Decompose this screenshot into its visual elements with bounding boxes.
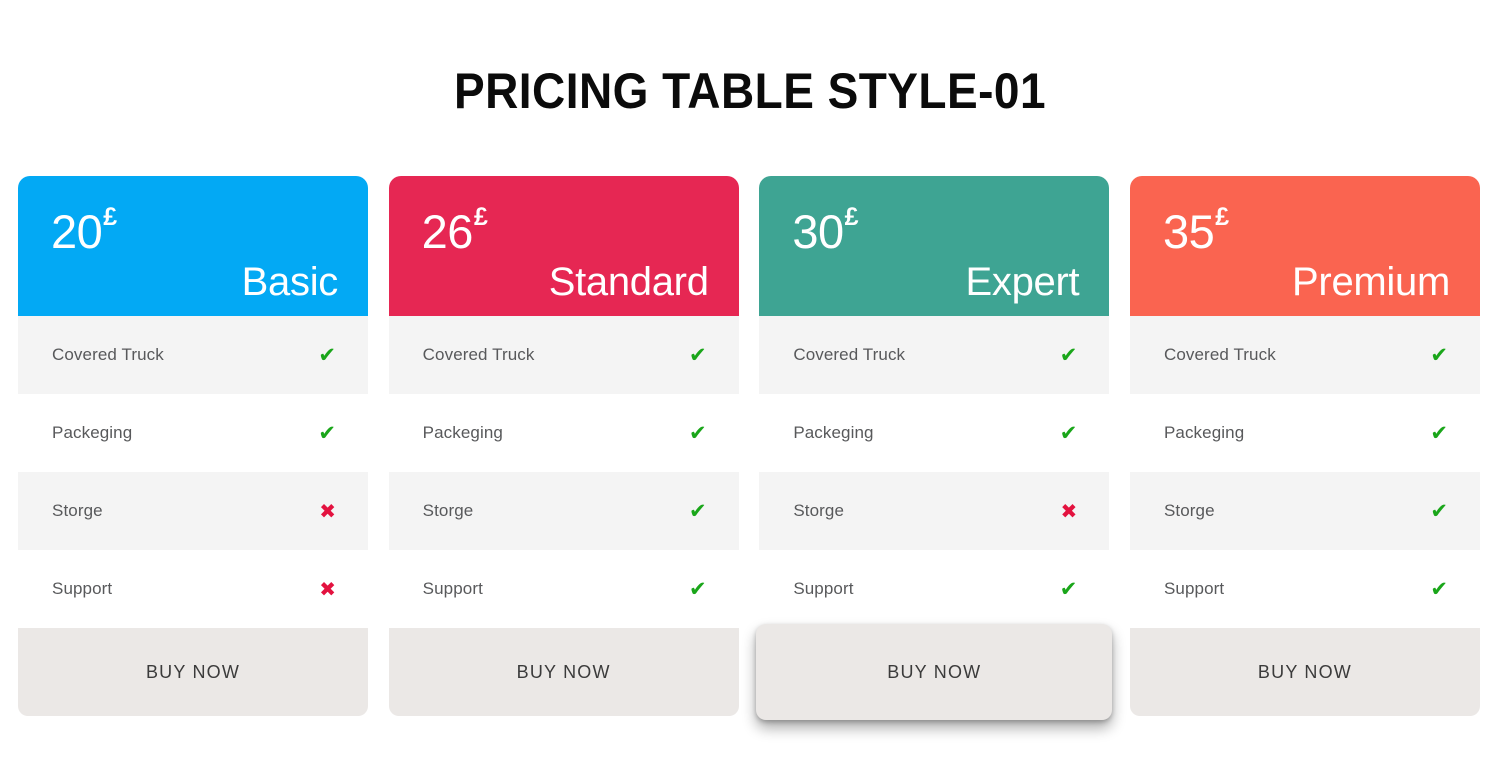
plan-name: Basic [241, 260, 339, 304]
feature-label: Storge [52, 501, 103, 520]
feature-row: Support ✔ [1129, 550, 1480, 628]
feature-label: Packeging [1163, 423, 1245, 442]
buy-now-label: BUY NOW [887, 661, 982, 682]
price-value: 30 [792, 205, 844, 258]
feature-row: Support ✖ [18, 550, 368, 628]
feature-row: Packeging ✔ [388, 394, 739, 472]
feature-row: Packeging ✔ [759, 394, 1110, 472]
check-icon: ✔ [689, 342, 707, 367]
cross-icon: ✖ [319, 499, 336, 523]
buy-now-label: BUY NOW [516, 661, 611, 682]
pricing-card-basic: 20£ Basic Covered Truck ✔ Packeging ✔ Storge ✖ S… [18, 176, 368, 716]
feature-label: Storge [422, 501, 474, 520]
currency-symbol: £ [473, 203, 488, 232]
check-icon: ✔ [1059, 420, 1078, 445]
feature-label: Packeging [422, 423, 503, 442]
price-value: 26 [421, 205, 474, 258]
feature-label: Covered Truck [422, 345, 535, 364]
price-value: 20 [51, 205, 103, 258]
feature-list: Covered Truck ✔ Packeging ✔ Storge ✔ Support ✔ [388, 316, 739, 628]
card-header: 20£ Basic [18, 176, 368, 316]
check-icon: ✔ [689, 576, 707, 601]
buy-now-label: BUY NOW [1257, 661, 1352, 682]
pricing-cards-row: 20£ Basic Covered Truck ✔ Packeging ✔ Storge ✖ S… [18, 176, 1480, 720]
feature-label: Support [52, 579, 113, 598]
feature-list: Covered Truck ✔ Packeging ✔ Storge ✖ Support ✖ [18, 316, 368, 628]
feature-row: Covered Truck ✔ [1129, 316, 1480, 394]
feature-label: Support [793, 579, 854, 598]
price-amount: 30£ [792, 205, 858, 258]
feature-row: Covered Truck ✔ [388, 316, 739, 394]
buy-now-button[interactable]: BUY NOW [756, 624, 1113, 720]
plan-name: Standard [548, 260, 709, 304]
feature-label: Covered Truck [793, 345, 906, 364]
price-amount: 26£ [421, 205, 488, 258]
pricing-card-standard: 26£ Standard Covered Truck ✔ Packeging ✔ Storg… [388, 176, 739, 716]
check-icon: ✔ [1430, 576, 1448, 601]
buy-now-label: BUY NOW [145, 661, 241, 682]
feature-list: Covered Truck ✔ Packeging ✔ Storge ✖ Support ✔ [759, 316, 1110, 628]
currency-symbol: £ [103, 203, 118, 232]
check-icon: ✔ [318, 342, 336, 367]
feature-row: Packeging ✔ [1129, 394, 1480, 472]
check-icon: ✔ [689, 498, 707, 523]
currency-symbol: £ [1215, 203, 1230, 232]
check-icon: ✔ [1430, 420, 1448, 445]
buy-now-button[interactable]: BUY NOW [18, 628, 368, 716]
currency-symbol: £ [844, 203, 859, 232]
feature-row: Packeging ✔ [18, 394, 368, 472]
feature-list: Covered Truck ✔ Packeging ✔ Storge ✔ Support ✔ [1129, 316, 1480, 628]
cross-icon: ✖ [319, 577, 336, 601]
buy-now-button[interactable]: BUY NOW [1129, 628, 1480, 716]
pricing-card-premium: 35£ Premium Covered Truck ✔ Packeging ✔ Storge… [1129, 176, 1480, 716]
plan-name: Premium [1292, 260, 1450, 304]
price-amount: 35£ [1162, 205, 1229, 258]
feature-row: Storge ✖ [18, 472, 368, 550]
pricing-card-expert: 30£ Expert Covered Truck ✔ Packeging ✔ Storge ✖… [756, 176, 1113, 720]
card-header: 30£ Expert [759, 176, 1110, 316]
price-value: 35 [1162, 205, 1215, 258]
feature-label: Support [1163, 579, 1225, 598]
buy-now-button[interactable]: BUY NOW [388, 628, 739, 716]
check-icon: ✔ [318, 420, 336, 445]
feature-label: Packeging [52, 423, 133, 442]
feature-row: Storge ✔ [388, 472, 739, 550]
check-icon: ✔ [689, 420, 707, 445]
feature-label: Covered Truck [1163, 345, 1276, 364]
check-icon: ✔ [1430, 342, 1448, 367]
feature-row: Covered Truck ✔ [759, 316, 1110, 394]
feature-row: Storge ✔ [1129, 472, 1480, 550]
feature-label: Packeging [793, 423, 874, 442]
feature-row: Support ✔ [388, 550, 739, 628]
feature-label: Storge [1163, 501, 1215, 520]
price-amount: 20£ [51, 205, 117, 258]
cross-icon: ✖ [1060, 499, 1078, 523]
check-icon: ✔ [1059, 576, 1078, 601]
check-icon: ✔ [1059, 342, 1078, 367]
feature-label: Support [422, 579, 483, 598]
feature-row: Covered Truck ✔ [18, 316, 368, 394]
page-title: PRICING TABLE STYLE-01 [453, 62, 1046, 119]
card-header: 26£ Standard [388, 176, 739, 316]
feature-row: Storge ✖ [759, 472, 1110, 550]
feature-row: Support ✔ [759, 550, 1110, 628]
feature-label: Covered Truck [52, 345, 164, 364]
check-icon: ✔ [1430, 498, 1448, 523]
card-header: 35£ Premium [1129, 176, 1480, 316]
plan-name: Expert [965, 260, 1080, 304]
pricing-page: PRICING TABLE STYLE-01 20£ Basic Covered T… [0, 0, 1500, 768]
feature-label: Storge [793, 501, 844, 520]
